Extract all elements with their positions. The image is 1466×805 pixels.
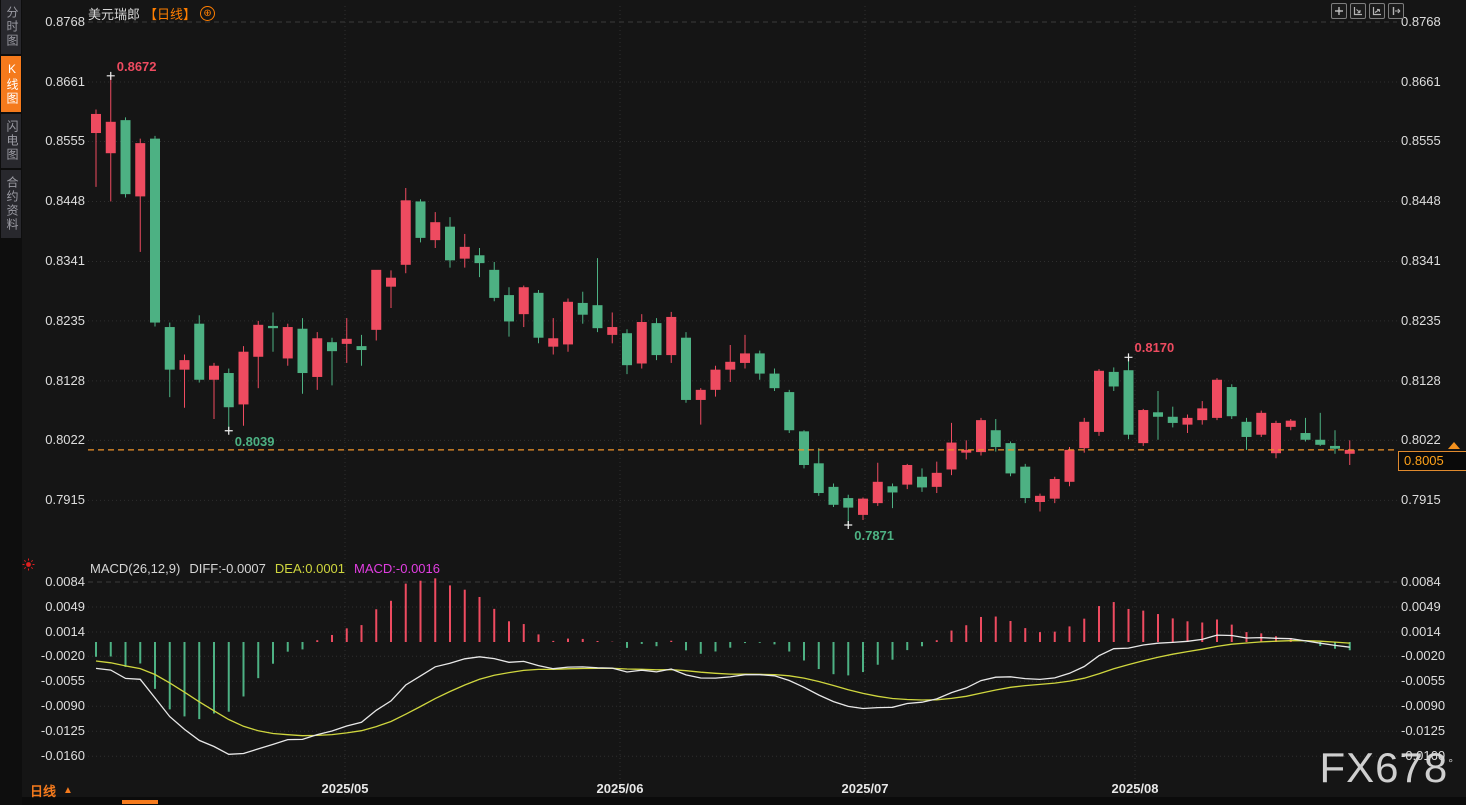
price-axis-label: 0.8768: [1401, 13, 1441, 31]
macd-layer: [96, 578, 1350, 754]
macd-axis-label: -0.0020: [33, 647, 85, 665]
macd-axis-label: -0.0055: [1401, 672, 1445, 690]
horizontal-scrollbar-track[interactable]: [0, 797, 1466, 805]
sidebar-tab-kline[interactable]: K线图: [1, 56, 21, 112]
expand-icon[interactable]: ⊕: [200, 6, 215, 21]
macd-axis-label: -0.0125: [1401, 722, 1445, 740]
x-axis-label: 2025/05: [322, 781, 369, 796]
price-axis-label: 0.7915: [33, 491, 85, 509]
macd-hist-value: MACD:-0.0016: [354, 561, 440, 576]
price-axis-label: 0.8661: [1401, 73, 1441, 91]
last-price-tag: 0.8005: [1398, 451, 1466, 471]
price-axis-label: 0.8128: [33, 372, 85, 390]
grid-layer: [88, 6, 1397, 796]
x-axis-label: 2025/06: [597, 781, 644, 796]
macd-diff-value: DIFF:-0.0007: [189, 561, 266, 576]
price-axis-label: 0.7915: [1401, 491, 1441, 509]
period-tag: 【日线】: [144, 4, 196, 23]
macd-axis-label: -0.0090: [1401, 697, 1445, 715]
x-axis-label: 2025/08: [1112, 781, 1159, 796]
chart-canvas: [0, 0, 1466, 805]
zoom-x-axis-icon[interactable]: [1350, 3, 1366, 19]
indicator-settings-icon[interactable]: [22, 558, 35, 571]
price-axis-label: 0.8235: [1401, 312, 1441, 330]
price-axis-label: 0.8022: [1401, 431, 1441, 449]
extreme-marker-icon: [225, 427, 233, 435]
macd-name: MACD(26,12,9): [90, 561, 180, 576]
macd-axis-label: -0.0160: [33, 747, 85, 765]
macd-axis-label: -0.0020: [1401, 647, 1445, 665]
price-axis-label: 0.8235: [33, 312, 85, 330]
price-axis-label: 0.8555: [1401, 132, 1441, 150]
macd-axis-label: 0.0049: [1401, 598, 1441, 616]
title-bar: 美元瑞郎 【日线】 ⊕: [88, 4, 215, 23]
price-axis-label: 0.8341: [1401, 252, 1441, 270]
candlestick-layer: [91, 76, 1355, 525]
sidebar: 分时图 K线图 闪电图 合约资料: [0, 0, 22, 805]
macd-dea-value: DEA:0.0001: [275, 561, 345, 576]
chart-toolbar: [1331, 3, 1404, 19]
price-up-arrow: [1448, 442, 1460, 449]
macd-axis-label: 0.0014: [1401, 623, 1441, 641]
extreme-marker-icon: [107, 72, 115, 80]
high-price-annotation: 0.8672: [117, 59, 157, 74]
watermark: FX678°: [1319, 744, 1454, 792]
horizontal-scrollbar-handle[interactable]: [122, 800, 158, 804]
macd-axis-label: -0.0090: [33, 697, 85, 715]
symbol-name: 美元瑞郎: [88, 4, 140, 23]
price-axis-label: 0.8128: [1401, 372, 1441, 390]
zoom-y-axis-icon[interactable]: [1369, 3, 1385, 19]
macd-axis-label: -0.0055: [33, 672, 85, 690]
price-axis-label: 0.8448: [1401, 192, 1441, 210]
period-selector[interactable]: 日线 ▲: [30, 781, 73, 800]
period-selector-label: 日线: [30, 781, 56, 800]
price-axis-label: 0.8555: [33, 132, 85, 150]
macd-axis-label: 0.0084: [33, 573, 85, 591]
macd-axis-label: 0.0014: [33, 623, 85, 641]
low-price-annotation: 0.7871: [854, 528, 894, 543]
price-axis-label: 0.8661: [33, 73, 85, 91]
price-axis-label: 0.8022: [33, 431, 85, 449]
collapse-panel-icon[interactable]: [1388, 3, 1404, 19]
dea-line: [96, 641, 1350, 736]
low-price-annotation: 0.8039: [235, 434, 275, 449]
crosshair-icon[interactable]: [1331, 3, 1347, 19]
diff-line: [96, 635, 1350, 754]
macd-axis-label: -0.0125: [33, 722, 85, 740]
extreme-marker-icon: [844, 521, 852, 529]
sidebar-tab-contract-info[interactable]: 合约资料: [1, 170, 21, 238]
triangle-up-icon: ▲: [63, 785, 73, 796]
price-axis-label: 0.8768: [33, 13, 85, 31]
sidebar-tab-timeshare[interactable]: 分时图: [1, 0, 21, 54]
price-axis-label: 0.8448: [33, 192, 85, 210]
extreme-marker-icon: [1125, 353, 1133, 361]
x-axis-label: 2025/07: [842, 781, 889, 796]
macd-axis-label: 0.0084: [1401, 573, 1441, 591]
price-axis-label: 0.8341: [33, 252, 85, 270]
app-window: 分时图 K线图 闪电图 合约资料 美元瑞郎 【日线】 ⊕ MACD(26,12: [0, 0, 1466, 805]
high-price-annotation: 0.8170: [1135, 340, 1175, 355]
macd-label-row: MACD(26,12,9) DIFF:-0.0007 DEA:0.0001 MA…: [90, 561, 440, 576]
sidebar-tab-lightning[interactable]: 闪电图: [1, 114, 21, 168]
macd-axis-label: 0.0049: [33, 598, 85, 616]
